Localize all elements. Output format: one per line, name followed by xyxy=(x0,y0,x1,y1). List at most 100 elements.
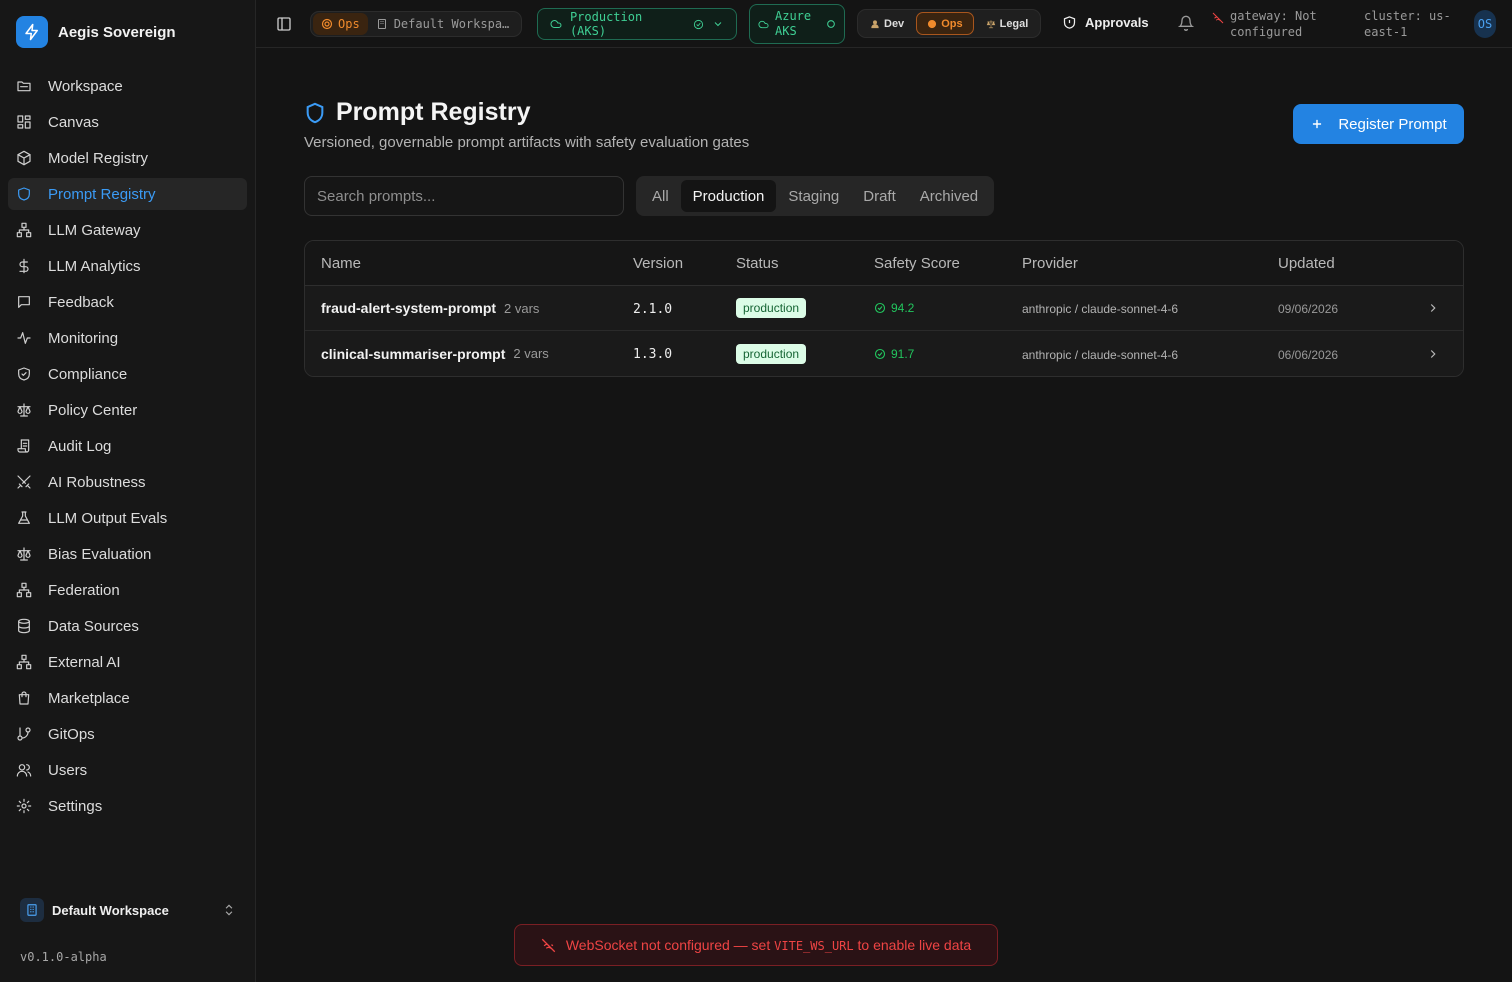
sidebar-item-policy-center[interactable]: Policy Center xyxy=(8,394,247,426)
sidebar-item-llm-gateway[interactable]: LLM Gateway xyxy=(8,214,247,246)
sidebar-item-llm-analytics[interactable]: LLM Analytics xyxy=(8,250,247,282)
provider-value: anthropic / claude-sonnet-4-6 xyxy=(1022,302,1179,316)
cell-status: production xyxy=(736,343,874,364)
tab-draft[interactable]: Draft xyxy=(851,180,908,212)
sidebar-item-settings[interactable]: Settings xyxy=(8,790,247,822)
network-icon xyxy=(16,222,32,238)
row-open-button[interactable] xyxy=(1388,347,1448,361)
cell-name: fraud-alert-system-prompt 2 vars xyxy=(305,300,633,316)
sidebar-item-compliance[interactable]: Compliance xyxy=(8,358,247,390)
app-name: Aegis Sovereign xyxy=(58,23,176,41)
gear-icon xyxy=(321,18,333,30)
tab-production[interactable]: Production xyxy=(680,180,777,212)
workspace-badge[interactable]: Default Workspa… xyxy=(372,13,520,35)
git-branch-icon xyxy=(17,727,31,741)
role-ops[interactable]: Ops xyxy=(916,12,974,35)
header-status[interactable]: Status xyxy=(736,255,874,272)
network-icon xyxy=(16,582,32,598)
role-legal[interactable]: Legal xyxy=(976,12,1039,35)
cloud-icon xyxy=(758,20,769,28)
sidebar-item-ai-robustness[interactable]: AI Robustness xyxy=(8,466,247,498)
prompt-name[interactable]: fraud-alert-system-prompt xyxy=(321,300,496,316)
tab-all[interactable]: All xyxy=(640,180,681,212)
cluster-line2: east-1 xyxy=(1364,25,1408,39)
sidebar-item-llm-output-evals[interactable]: LLM Output Evals xyxy=(8,502,247,534)
notifications-button[interactable] xyxy=(1178,15,1194,31)
cell-provider: anthropic / claude-sonnet-4-6 xyxy=(1022,346,1278,362)
sidebar-item-label: Monitoring xyxy=(48,329,119,347)
tab-archived[interactable]: Archived xyxy=(908,180,990,212)
cell-updated: 06/06/2026 xyxy=(1278,346,1388,362)
role-dev[interactable]: Dev xyxy=(860,12,914,35)
tab-staging[interactable]: Staging xyxy=(776,180,851,212)
role-badge[interactable]: Ops xyxy=(313,13,368,35)
header-name[interactable]: Name xyxy=(305,255,633,272)
cloud-badge[interactable]: Azure AKS xyxy=(749,4,845,44)
app-version: v0.1.0-alpha xyxy=(20,950,107,964)
environment-select[interactable]: Production (AKS) xyxy=(537,8,737,40)
cluster-line1: cluster: us- xyxy=(1364,9,1451,23)
dollar-icon xyxy=(19,258,29,274)
header-version[interactable]: Version xyxy=(633,255,736,272)
sidebar-item-prompt-registry[interactable]: Prompt Registry xyxy=(8,178,247,210)
activity-icon xyxy=(17,332,31,344)
sidebar-item-label: Marketplace xyxy=(48,689,130,707)
avatar[interactable]: OS xyxy=(1474,10,1496,38)
sidebar-item-data-sources[interactable]: Data Sources xyxy=(8,610,247,642)
brand[interactable]: Aegis Sovereign xyxy=(16,16,176,48)
table-row[interactable]: clinical-summariser-prompt 2 vars 1.3.0 pro… xyxy=(305,331,1463,376)
prompt-vars: 2 vars xyxy=(504,300,540,316)
toast-text-before: WebSocket not configured — set xyxy=(565,937,771,953)
page-subtitle: Versioned, governable prompt artifacts w… xyxy=(304,134,750,151)
table-row[interactable]: fraud-alert-system-prompt 2 vars 2.1.0 prod… xyxy=(305,286,1463,331)
sidebar-item-monitoring[interactable]: Monitoring xyxy=(8,322,247,354)
chevrons-up-down-icon xyxy=(225,904,233,916)
cell-name: clinical-summariser-prompt 2 vars xyxy=(305,346,633,362)
sidebar-item-model-registry[interactable]: Model Registry xyxy=(8,142,247,174)
sidebar-item-audit-log[interactable]: Audit Log xyxy=(8,430,247,462)
header-updated[interactable]: Updated xyxy=(1278,255,1388,272)
approvals-label: Approvals xyxy=(1085,15,1149,30)
role-label: Legal xyxy=(999,17,1029,30)
sidebar-item-label: Settings xyxy=(48,797,103,815)
sidebar-item-workspace[interactable]: Workspace xyxy=(8,70,247,102)
header-safety-score[interactable]: Safety Score xyxy=(874,255,1022,272)
sidebar-item-external-ai[interactable]: External AI xyxy=(8,646,247,678)
sidebar-item-label: Bias Evaluation xyxy=(48,545,152,563)
header-provider[interactable]: Provider xyxy=(1022,255,1278,272)
prompt-version: 2.1.0 xyxy=(633,301,673,317)
prompt-name[interactable]: clinical-summariser-prompt xyxy=(321,346,505,362)
sidebar-toggle-button[interactable] xyxy=(276,14,294,34)
sidebar-item-federation[interactable]: Federation xyxy=(8,574,247,606)
users-icon xyxy=(16,764,32,777)
approvals-button[interactable]: Approvals xyxy=(1062,15,1149,30)
sidebar-item-label: Workspace xyxy=(48,77,123,95)
sidebar-item-marketplace[interactable]: Marketplace xyxy=(8,682,247,714)
grid-icon xyxy=(17,115,31,129)
wifi-off-icon xyxy=(1212,12,1224,24)
lightning-icon xyxy=(16,16,48,48)
bell-icon xyxy=(1178,15,1194,31)
status-circle-icon xyxy=(827,20,835,28)
sidebar-item-label: Policy Center xyxy=(48,401,138,419)
workspace-switcher[interactable]: Default Workspace xyxy=(20,898,236,922)
toast-text-after: to enable live data xyxy=(857,937,972,953)
sidebar-item-canvas[interactable]: Canvas xyxy=(8,106,247,138)
sidebar-item-feedback[interactable]: Feedback xyxy=(8,286,247,318)
sidebar-item-label: Federation xyxy=(48,581,120,599)
gateway-line1: gateway: Not xyxy=(1230,9,1317,23)
row-open-button[interactable] xyxy=(1388,301,1448,315)
search-input[interactable] xyxy=(304,176,624,216)
sidebar-item-bias-evaluation[interactable]: Bias Evaluation xyxy=(8,538,247,570)
sidebar-item-gitops[interactable]: GitOps xyxy=(8,718,247,750)
updated-value: 09/06/2026 xyxy=(1278,302,1339,316)
sidebar-item-label: LLM Analytics xyxy=(48,257,141,275)
status-badge: production xyxy=(736,298,807,318)
page-header: Prompt Registry xyxy=(304,98,530,127)
sidebar-item-label: Data Sources xyxy=(48,617,139,635)
register-prompt-button[interactable]: Register Prompt xyxy=(1293,104,1464,144)
cell-version: 1.3.0 xyxy=(633,345,736,362)
workspace-name: Default Workspace xyxy=(52,902,169,918)
cell-version: 2.1.0 xyxy=(633,300,736,317)
sidebar-item-users[interactable]: Users xyxy=(8,754,247,786)
